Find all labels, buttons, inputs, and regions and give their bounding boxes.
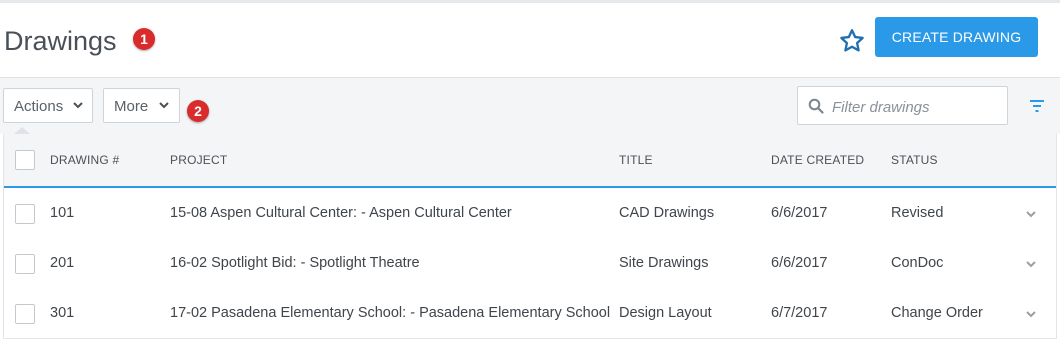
date-created: 6/6/2017 bbox=[771, 205, 828, 221]
more-dropdown-label: More bbox=[114, 98, 149, 115]
row-checkbox[interactable] bbox=[15, 204, 35, 224]
star-outline-icon[interactable] bbox=[838, 27, 866, 55]
drawing-title: Design Layout bbox=[619, 305, 712, 321]
annotation-badge-2: 2 bbox=[187, 100, 209, 122]
filter-funnel-icon[interactable] bbox=[1029, 99, 1045, 113]
drawing-title: CAD Drawings bbox=[619, 205, 715, 221]
drawings-table: DRAWING # PROJECT TITLE DATE CREATED STA… bbox=[3, 134, 1057, 339]
dropdown-pointer bbox=[14, 127, 30, 134]
table-header: DRAWING # PROJECT TITLE DATE CREATED STA… bbox=[4, 134, 1056, 188]
project-name: 15-08 Aspen Cultural Center: - Aspen Cul… bbox=[170, 205, 512, 221]
column-header-date-created[interactable]: DATE CREATED bbox=[771, 153, 864, 167]
chevron-down-icon[interactable] bbox=[1025, 258, 1037, 270]
status: Change Order bbox=[891, 305, 983, 321]
drawing-number: 301 bbox=[50, 305, 75, 321]
chevron-down-icon[interactable] bbox=[1025, 308, 1037, 320]
actions-dropdown[interactable]: Actions bbox=[3, 88, 93, 123]
annotation-badge-1: 1 bbox=[133, 28, 155, 50]
chevron-down-icon bbox=[73, 102, 83, 109]
page-header: Drawings 1 CREATE DRAWING bbox=[0, 3, 1060, 78]
drawing-title: Site Drawings bbox=[619, 255, 709, 271]
row-checkbox[interactable] bbox=[15, 304, 35, 324]
create-drawing-button[interactable]: CREATE DRAWING bbox=[875, 17, 1038, 57]
actions-dropdown-label: Actions bbox=[14, 98, 64, 115]
chevron-down-icon[interactable] bbox=[1025, 208, 1037, 220]
table-row[interactable]: 301 17-02 Pasadena Elementary School: - … bbox=[4, 288, 1056, 339]
status: ConDoc bbox=[891, 255, 944, 271]
search-icon bbox=[808, 98, 824, 114]
date-created: 6/7/2017 bbox=[771, 305, 828, 321]
row-checkbox[interactable] bbox=[15, 254, 35, 274]
column-header-status[interactable]: STATUS bbox=[891, 153, 938, 167]
date-created: 6/6/2017 bbox=[771, 255, 828, 271]
column-header-drawing-number[interactable]: DRAWING # bbox=[50, 153, 119, 167]
select-all-checkbox[interactable] bbox=[15, 150, 35, 170]
filter-drawings-field[interactable] bbox=[797, 86, 1008, 125]
page-title: Drawings bbox=[4, 26, 117, 56]
more-dropdown[interactable]: More bbox=[103, 88, 180, 123]
table-row[interactable]: 201 16-02 Spotlight Bid: - Spotlight The… bbox=[4, 238, 1056, 289]
chevron-down-icon bbox=[159, 102, 169, 109]
filter-drawings-input[interactable] bbox=[830, 94, 1004, 120]
project-name: 17-02 Pasadena Elementary School: - Pasa… bbox=[170, 305, 611, 321]
column-header-title[interactable]: TITLE bbox=[619, 153, 653, 167]
table-row[interactable]: 101 15-08 Aspen Cultural Center: - Aspen… bbox=[4, 188, 1056, 239]
project-name: 16-02 Spotlight Bid: - Spotlight Theatre bbox=[170, 255, 420, 271]
column-header-project[interactable]: PROJECT bbox=[170, 153, 227, 167]
status: Revised bbox=[891, 205, 944, 221]
drawing-number: 101 bbox=[50, 205, 75, 221]
drawing-number: 201 bbox=[50, 255, 75, 271]
